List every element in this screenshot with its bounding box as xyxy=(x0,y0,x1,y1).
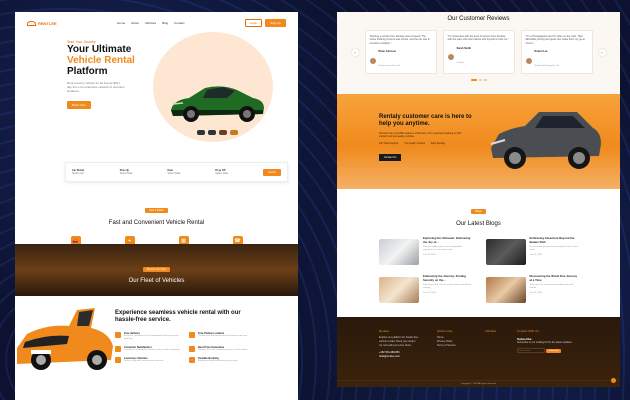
copyright: Copyright © 2024 All rights reserved. xyxy=(337,380,620,385)
review-card: "I'm a Photographer and I'm often on the… xyxy=(520,30,593,74)
customer-care-section: Rentaly customer care is here to help yo… xyxy=(337,94,620,189)
avatar xyxy=(447,54,454,61)
feature-item: Best Price Guarantee We offer the most co… xyxy=(189,346,255,352)
clock-icon xyxy=(189,357,195,363)
search-field-brand[interactable]: Car Brand Select Car xyxy=(72,169,110,175)
search-bar: Car Brand Select Car Pick-Up Select Date D… xyxy=(65,162,288,182)
blogs-section: Blogs Our Latest Blogs Exploring the Unk… xyxy=(337,189,620,317)
next-arrow-icon[interactable]: › xyxy=(598,48,606,56)
feature-item: Luxurious Vehicles Drive in style with ou… xyxy=(115,357,181,363)
blog-image xyxy=(485,277,526,303)
reviews-title: Our Customer Reviews xyxy=(447,16,510,22)
nav-link-contact[interactable]: Contact xyxy=(174,21,184,25)
signup-button[interactable]: Sign Up xyxy=(265,19,286,27)
subscribe-block: Contact With Us Subscribe Subscribe to o… xyxy=(517,329,577,354)
blog-card[interactable]: Exploring the Unknown: Embracing the Joy… xyxy=(379,236,474,265)
blog-image xyxy=(379,239,419,265)
email-text[interactable]: hello@rentlee.com xyxy=(379,355,419,359)
carousel-dots xyxy=(337,79,620,81)
footer-about: Rentlee Explore our platform for hassle-f… xyxy=(379,329,419,359)
logo-icon xyxy=(27,20,36,26)
fleet-banner: Browse Our Fleet Our Fleet of Vehicles xyxy=(15,244,298,296)
contact-heading: Contact With Us xyxy=(517,329,539,333)
footer-link[interactable]: Terms of Service xyxy=(437,344,467,348)
subscribe-email-input[interactable] xyxy=(517,348,545,354)
hero-title: Your Ultimate Vehicle Rental Platform xyxy=(67,44,135,77)
feature-item: Free delivery Enjoy the convenience of co… xyxy=(115,332,181,341)
car-thumbnails xyxy=(197,130,238,135)
review-card: "I'm impressed with the level of service… xyxy=(442,30,515,74)
footer-links: Quick Links Home Privacy Policy Terms of Se… xyxy=(437,329,467,359)
care-title: Rentaly customer care is here to help yo… xyxy=(379,114,472,127)
landing-page-bottom: Our Customer Reviews ‹ "Renting a vehicl… xyxy=(337,12,620,387)
carousel-dot[interactable] xyxy=(478,79,482,81)
nav-link-home[interactable]: Home xyxy=(117,21,125,25)
care-description: Discover the incredible features of Rent… xyxy=(379,132,462,139)
contact-us-button[interactable]: Contact Us xyxy=(379,153,402,161)
subscribe-button[interactable]: Subscribe xyxy=(545,348,562,353)
orange-sports-car-image xyxy=(17,308,113,370)
search-field-dropoff[interactable]: Drop Off Select Date xyxy=(215,169,253,175)
avatar xyxy=(525,57,532,64)
landing-page-top: RENTLEE Home About Vehicles Blog Contact… xyxy=(15,12,298,400)
car-thumb[interactable] xyxy=(230,130,238,135)
search-button[interactable]: Search xyxy=(263,168,281,176)
logo[interactable]: RENTLEE xyxy=(27,20,57,26)
feature-section: Experience seamless vehicle rental with … xyxy=(15,296,298,400)
nav-link-about[interactable]: About xyxy=(131,21,139,25)
reviews-section: Our Customer Reviews ‹ "Renting a vehicl… xyxy=(337,12,620,94)
blog-image xyxy=(485,239,526,265)
feature-title: Experience seamless vehicle rental with … xyxy=(115,310,241,323)
review-card: "Renting a vehicle from Rentlee was a br… xyxy=(364,30,437,74)
hero-section: Start Your Journey Your Ultimate Vehicle … xyxy=(15,32,298,142)
star-icon xyxy=(115,357,121,363)
footer: Rentlee Explore our platform for hassle-f… xyxy=(337,317,620,387)
prev-arrow-icon[interactable]: ‹ xyxy=(351,48,359,56)
navbar: RENTLEE Home About Vehicles Blog Contact… xyxy=(15,12,298,34)
car-thumb[interactable] xyxy=(219,130,227,135)
fleet-title: Our Fleet of Vehicles xyxy=(128,278,185,284)
suv-image xyxy=(490,112,601,169)
search-field-pickup[interactable]: Pick-Up Select Date xyxy=(120,169,158,175)
blog-card[interactable]: Discovering the World One Journey at a T… xyxy=(485,274,581,303)
blogs-pill: Blogs xyxy=(471,209,486,214)
car-thumb[interactable] xyxy=(208,130,216,135)
truck-icon xyxy=(115,332,121,338)
feature-item: Free Pickup Location Choose from convenie… xyxy=(189,332,255,341)
avatar xyxy=(369,57,376,64)
hero-description: Rent a luxury vehicle for as low as $99 … xyxy=(67,81,125,93)
login-button[interactable]: Login xyxy=(244,19,263,27)
sports-car-image xyxy=(171,86,264,122)
nav-links: Home About Vehicles Blog Contact xyxy=(117,21,184,25)
tag-icon xyxy=(189,346,195,352)
section-title: Fast and Convenient Vehicle Rental xyxy=(108,220,205,226)
section-pill: How It Works xyxy=(145,208,168,213)
feature-item: Customer Satisfaction Our team is committ… xyxy=(115,346,181,352)
nav-link-blog[interactable]: Blog xyxy=(162,21,168,25)
carousel-dot[interactable] xyxy=(483,79,487,81)
location-icon xyxy=(189,332,195,338)
blog-image xyxy=(379,277,419,303)
footer-vehicles: Vehicles xyxy=(485,329,497,333)
fleet-pill: Browse Our Fleet xyxy=(142,267,171,272)
book-now-button[interactable]: Book Now xyxy=(67,101,91,109)
blog-card[interactable]: Embracing Adventure Beyond the Beaten Pa… xyxy=(485,236,581,265)
carousel-dot[interactable] xyxy=(470,79,477,81)
feature-item: Flexible Booking Modify your booking when… xyxy=(189,357,255,363)
nav-link-vehicles[interactable]: Vehicles xyxy=(145,21,156,25)
search-field-date[interactable]: Date Select Date xyxy=(168,169,206,175)
car-thumb[interactable] xyxy=(197,130,205,135)
scroll-top-icon[interactable] xyxy=(611,378,616,383)
blog-card[interactable]: Embracing the Journey: Finding Serenity … xyxy=(379,274,474,303)
smile-icon xyxy=(115,346,121,352)
